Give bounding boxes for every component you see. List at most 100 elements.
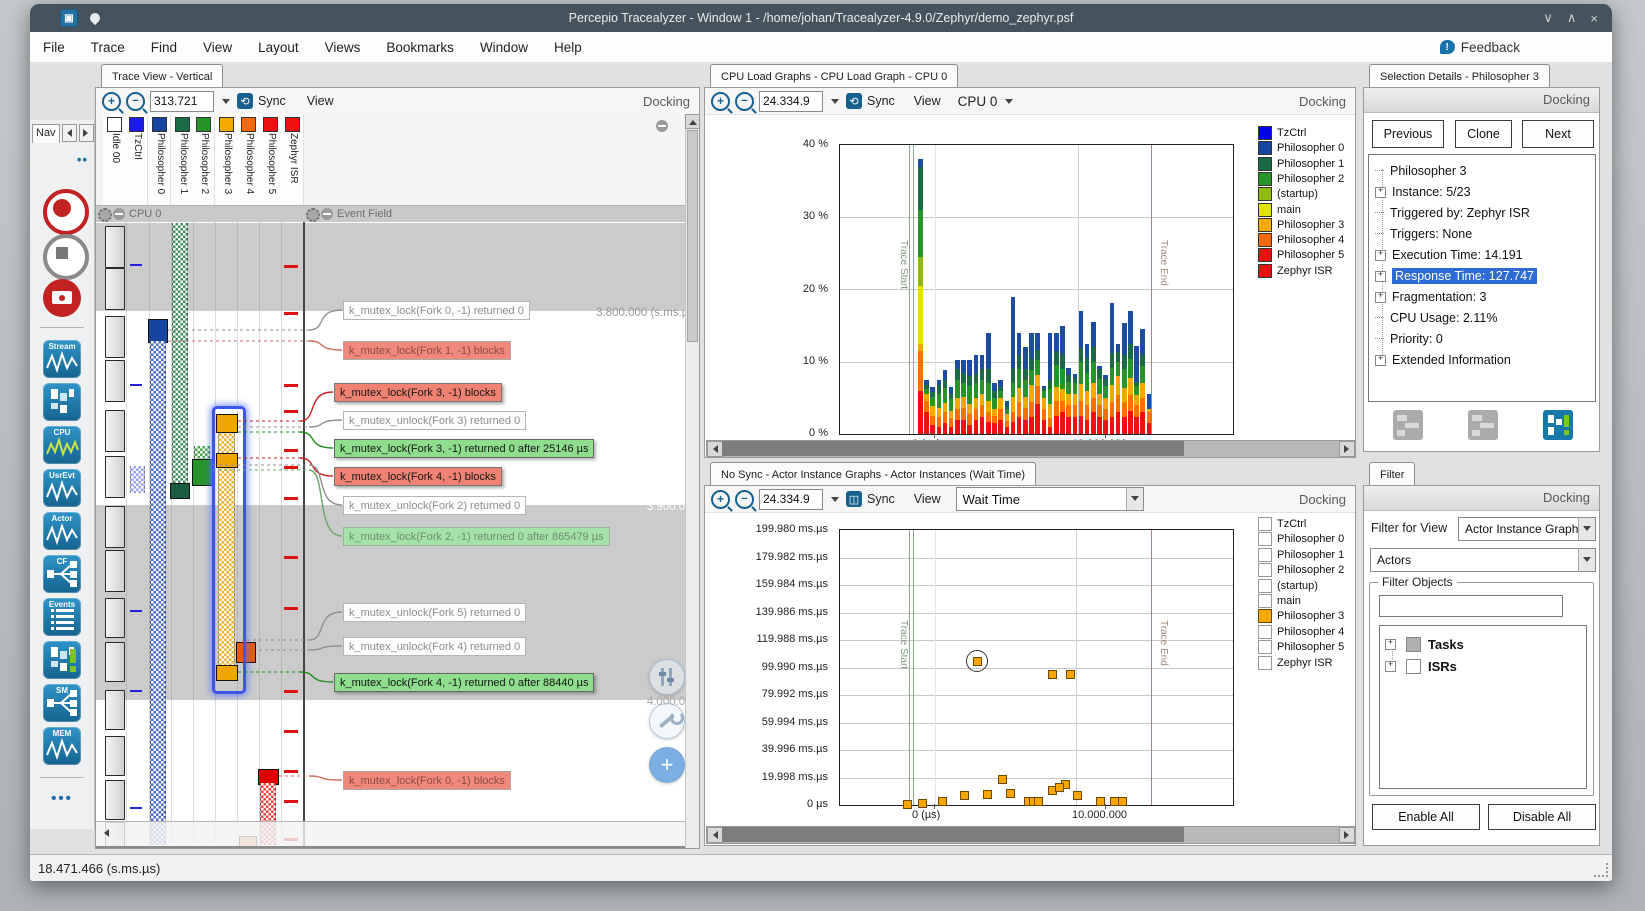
maximize-icon[interactable]: ∧ — [1567, 10, 1577, 26]
actor-wait-time-chart[interactable]: Trace Start Trace End — [839, 529, 1234, 809]
trace-horizontal-scrollbar[interactable] — [96, 821, 699, 848]
event-label[interactable]: k_mutex_unlock(Fork 4) returned 0 — [343, 637, 527, 656]
tools-button[interactable] — [649, 703, 685, 739]
legend-item[interactable]: Zephyr ISR — [1258, 263, 1354, 278]
wait-time-dropdown[interactable]: Wait Time — [955, 487, 1144, 511]
dropdown-arrow-icon[interactable] — [1578, 549, 1595, 571]
title-bar[interactable]: ▣ Percepio Tracealyzer - Window 1 - /hom… — [30, 4, 1612, 32]
scatter-point[interactable] — [983, 790, 992, 799]
legend-item[interactable]: Philosopher 4 — [1258, 233, 1354, 248]
event-label[interactable]: k_mutex_lock(Fork 3, -1) blocks — [334, 383, 502, 402]
tree-row[interactable]: Triggered by: Zephyr ISR — [1373, 203, 1591, 223]
docking-label[interactable]: Docking — [643, 94, 690, 109]
expand-icon[interactable] — [1375, 353, 1386, 366]
filter-objects-tree[interactable]: Tasks ISRs — [1379, 625, 1587, 789]
sync-button[interactable]: Sync — [867, 492, 895, 506]
scroll-left-icon[interactable] — [707, 827, 723, 843]
trace-content[interactable]: k_mutex_lock(Fork 0, -1) returned 0 k_mut… — [96, 222, 699, 848]
sidebar-overflow-dots[interactable]: •• — [77, 152, 88, 167]
tree-row[interactable]: Philosopher 3 — [1373, 161, 1591, 181]
menu-window[interactable]: Window — [467, 35, 541, 60]
menu-trace[interactable]: Trace — [78, 35, 138, 60]
close-icon[interactable]: × — [1590, 11, 1598, 26]
tree-row[interactable]: Instance: 5/23 — [1373, 182, 1591, 202]
field-collapse-icon[interactable] — [321, 208, 333, 220]
zoom-dropdown-icon[interactable] — [219, 92, 232, 111]
event-log-view-icon[interactable]: Events — [43, 598, 81, 636]
docking-label[interactable]: Docking — [1543, 490, 1590, 505]
scatter-point[interactable] — [918, 799, 927, 808]
view-menu[interactable]: View — [307, 94, 334, 108]
zoom-in-icon[interactable] — [711, 489, 730, 509]
tab-selection-details[interactable]: Selection Details - Philosopher 3 — [1369, 64, 1550, 88]
layout-option-button[interactable] — [1468, 410, 1498, 440]
legend-checkbox[interactable] — [1258, 655, 1272, 670]
docking-label[interactable]: Docking — [1299, 94, 1346, 109]
nav-prev-button[interactable] — [61, 124, 77, 142]
nav-next-button[interactable] — [78, 124, 94, 142]
legend-item[interactable]: (startup) — [1258, 187, 1354, 202]
scroll-left-icon[interactable] — [707, 441, 723, 457]
menu-find[interactable]: Find — [138, 35, 190, 60]
selected-instance-highlight[interactable] — [212, 406, 246, 694]
legend-item[interactable]: Philosopher 2 — [1258, 171, 1354, 186]
filter-tree-row[interactable]: Tasks — [1383, 634, 1583, 654]
actor-zoom-value[interactable]: 24.334.9 — [759, 488, 823, 510]
snapshot-button-icon[interactable] — [43, 279, 81, 317]
actor-graphs-view-icon[interactable]: Actor — [43, 512, 81, 550]
menu-file[interactable]: File — [30, 35, 78, 60]
legend-checkbox[interactable] — [1258, 578, 1272, 593]
docking-label[interactable]: Docking — [1299, 492, 1346, 507]
menu-views[interactable]: Views — [312, 35, 374, 60]
selection-details-view-icon[interactable] — [43, 641, 81, 679]
minimize-icon[interactable]: ∨ — [1543, 10, 1553, 26]
cpu-selector[interactable]: CPU 0 — [958, 94, 998, 109]
dropdown-arrow-icon[interactable] — [1125, 488, 1143, 510]
event-label[interactable]: k_mutex_unlock(Fork 2) returned 0 — [343, 496, 527, 515]
legend-checkbox[interactable] — [1258, 624, 1272, 639]
trace-view-icon[interactable] — [43, 383, 81, 421]
expand-icon[interactable] — [1385, 659, 1396, 672]
legend-checkbox[interactable] — [1258, 517, 1272, 531]
tab-actor-instances[interactable]: No Sync - Actor Instance Graphs - Actor … — [710, 462, 1037, 486]
scatter-point[interactable] — [1066, 670, 1075, 679]
actor-horizontal-scrollbar[interactable] — [706, 826, 1356, 844]
feedback-button[interactable]: ! Feedback — [1439, 40, 1520, 55]
docking-label[interactable]: Docking — [1543, 92, 1590, 107]
legend-item[interactable]: main — [1258, 594, 1354, 608]
expand-icon[interactable] — [1375, 185, 1386, 198]
selection-tree[interactable]: Philosopher 3 Instance: 5/23 Triggered by:… — [1368, 154, 1596, 402]
layout-option-button[interactable] — [1393, 410, 1423, 440]
sync-button[interactable]: Sync — [258, 94, 286, 108]
tree-row[interactable]: Triggers: None — [1373, 224, 1591, 244]
event-label[interactable]: k_mutex_lock(Fork 4, -1) returned 0 afte… — [334, 673, 595, 692]
scroll-right-icon[interactable] — [1339, 827, 1355, 843]
scatter-point[interactable] — [1118, 797, 1127, 806]
view-menu[interactable]: View — [914, 94, 941, 108]
streaming-view-icon[interactable]: Stream — [43, 340, 81, 378]
legend-item[interactable]: Zephyr ISR — [1258, 655, 1354, 670]
sync-button[interactable]: Sync — [867, 94, 895, 108]
legend-item[interactable]: TzCtrl — [1258, 126, 1354, 140]
next-button[interactable]: Next — [1522, 120, 1594, 148]
collapse-icon[interactable] — [656, 120, 668, 132]
field-settings-icon[interactable] — [98, 208, 112, 222]
selection-details-view-button[interactable] — [1543, 410, 1573, 440]
scroll-thumb[interactable] — [722, 827, 1184, 842]
legend-checkbox[interactable] — [1258, 563, 1272, 578]
filter-tree-row[interactable]: ISRs — [1383, 656, 1583, 676]
trace-vertical-scrollbar[interactable] — [685, 114, 700, 848]
zoom-out-icon[interactable] — [126, 91, 145, 111]
scatter-point[interactable] — [998, 775, 1007, 784]
event-label[interactable]: k_mutex_lock(Fork 1, -1) blocks — [343, 341, 511, 360]
communication-flow-view-icon[interactable]: CF — [43, 555, 81, 593]
filter-view-dropdown[interactable]: Actor Instance Graphs — [1458, 517, 1596, 541]
zoom-out-icon[interactable] — [735, 489, 754, 509]
event-label[interactable]: k_mutex_lock(Fork 2, -1) returned 0 afte… — [343, 527, 610, 546]
legend-item[interactable]: Philosopher 3 — [1258, 217, 1354, 232]
record-button-icon[interactable] — [43, 189, 89, 235]
expand-icon[interactable] — [1385, 637, 1396, 650]
filter-category-dropdown[interactable]: Actors — [1370, 548, 1596, 572]
cpu-zoom-value[interactable]: 24.334.9 — [759, 90, 823, 112]
legend-checkbox[interactable] — [1258, 640, 1272, 655]
